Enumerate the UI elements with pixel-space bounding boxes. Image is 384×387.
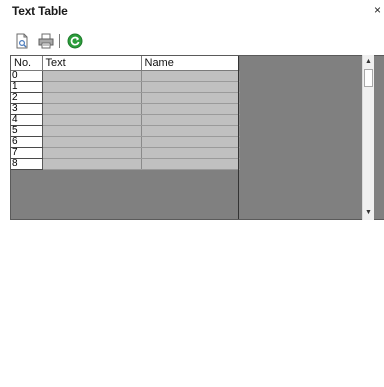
refresh-icon: [67, 33, 83, 49]
table-row[interactable]: 5: [11, 125, 240, 137]
scroll-up-arrow-icon[interactable]: ▲: [363, 55, 374, 69]
grid-edge-divider: [238, 56, 239, 219]
scroll-down-arrow-icon[interactable]: ▼: [363, 206, 374, 220]
toolbar: [0, 22, 384, 55]
name-cell[interactable]: [141, 92, 240, 104]
name-cell[interactable]: [141, 81, 240, 93]
print-icon: [38, 33, 54, 49]
text-table: No. Text Name 0 1 2 3 4 5 6 7 8: [11, 56, 240, 170]
row-number: 7: [11, 147, 43, 159]
close-button[interactable]: ×: [374, 3, 384, 17]
table-row[interactable]: 0: [11, 70, 240, 82]
row-number: 2: [11, 92, 43, 104]
name-cell[interactable]: [141, 114, 240, 126]
name-cell[interactable]: [141, 70, 240, 82]
text-cell[interactable]: [42, 92, 142, 104]
table-header-row: No. Text Name: [11, 56, 240, 71]
text-cell[interactable]: [42, 158, 142, 170]
text-table-panel: Text Table × No. Text Name 0 1 2 3 4 5 6…: [0, 0, 384, 387]
refresh-button[interactable]: [67, 33, 83, 49]
table-row[interactable]: 6: [11, 136, 240, 148]
row-number: 4: [11, 114, 43, 126]
scroll-thumb[interactable]: [364, 69, 373, 87]
column-header-no[interactable]: No.: [11, 56, 43, 71]
table-row[interactable]: 3: [11, 103, 240, 115]
row-number: 6: [11, 136, 43, 148]
row-number: 3: [11, 103, 43, 115]
name-cell[interactable]: [141, 158, 240, 170]
text-table-grid: No. Text Name 0 1 2 3 4 5 6 7 8: [10, 55, 384, 220]
name-cell[interactable]: [141, 125, 240, 137]
row-number: 1: [11, 81, 43, 93]
row-number: 8: [11, 158, 43, 170]
new-document-button[interactable]: [14, 33, 30, 49]
panel-titlebar: Text Table ×: [0, 0, 384, 22]
row-number: 0: [11, 70, 43, 82]
print-button[interactable]: [38, 33, 54, 49]
text-cell[interactable]: [42, 103, 142, 115]
text-cell[interactable]: [42, 147, 142, 159]
column-header-name[interactable]: Name: [141, 56, 240, 71]
panel-title: Text Table: [12, 4, 68, 18]
column-header-text[interactable]: Text: [42, 56, 142, 71]
row-number: 5: [11, 125, 43, 137]
name-cell[interactable]: [141, 103, 240, 115]
name-cell[interactable]: [141, 147, 240, 159]
text-cell[interactable]: [42, 81, 142, 93]
table-row[interactable]: 4: [11, 114, 240, 126]
table-row[interactable]: 8: [11, 158, 240, 170]
vertical-scrollbar[interactable]: ▲ ▼: [362, 55, 374, 220]
table-row[interactable]: 1: [11, 81, 240, 93]
text-cell[interactable]: [42, 136, 142, 148]
new-document-icon: [16, 33, 28, 49]
text-cell[interactable]: [42, 125, 142, 137]
name-cell[interactable]: [141, 136, 240, 148]
table-row[interactable]: 2: [11, 92, 240, 104]
toolbar-separator: [59, 34, 60, 48]
text-cell[interactable]: [42, 114, 142, 126]
text-cell[interactable]: [42, 70, 142, 82]
table-row[interactable]: 7: [11, 147, 240, 159]
